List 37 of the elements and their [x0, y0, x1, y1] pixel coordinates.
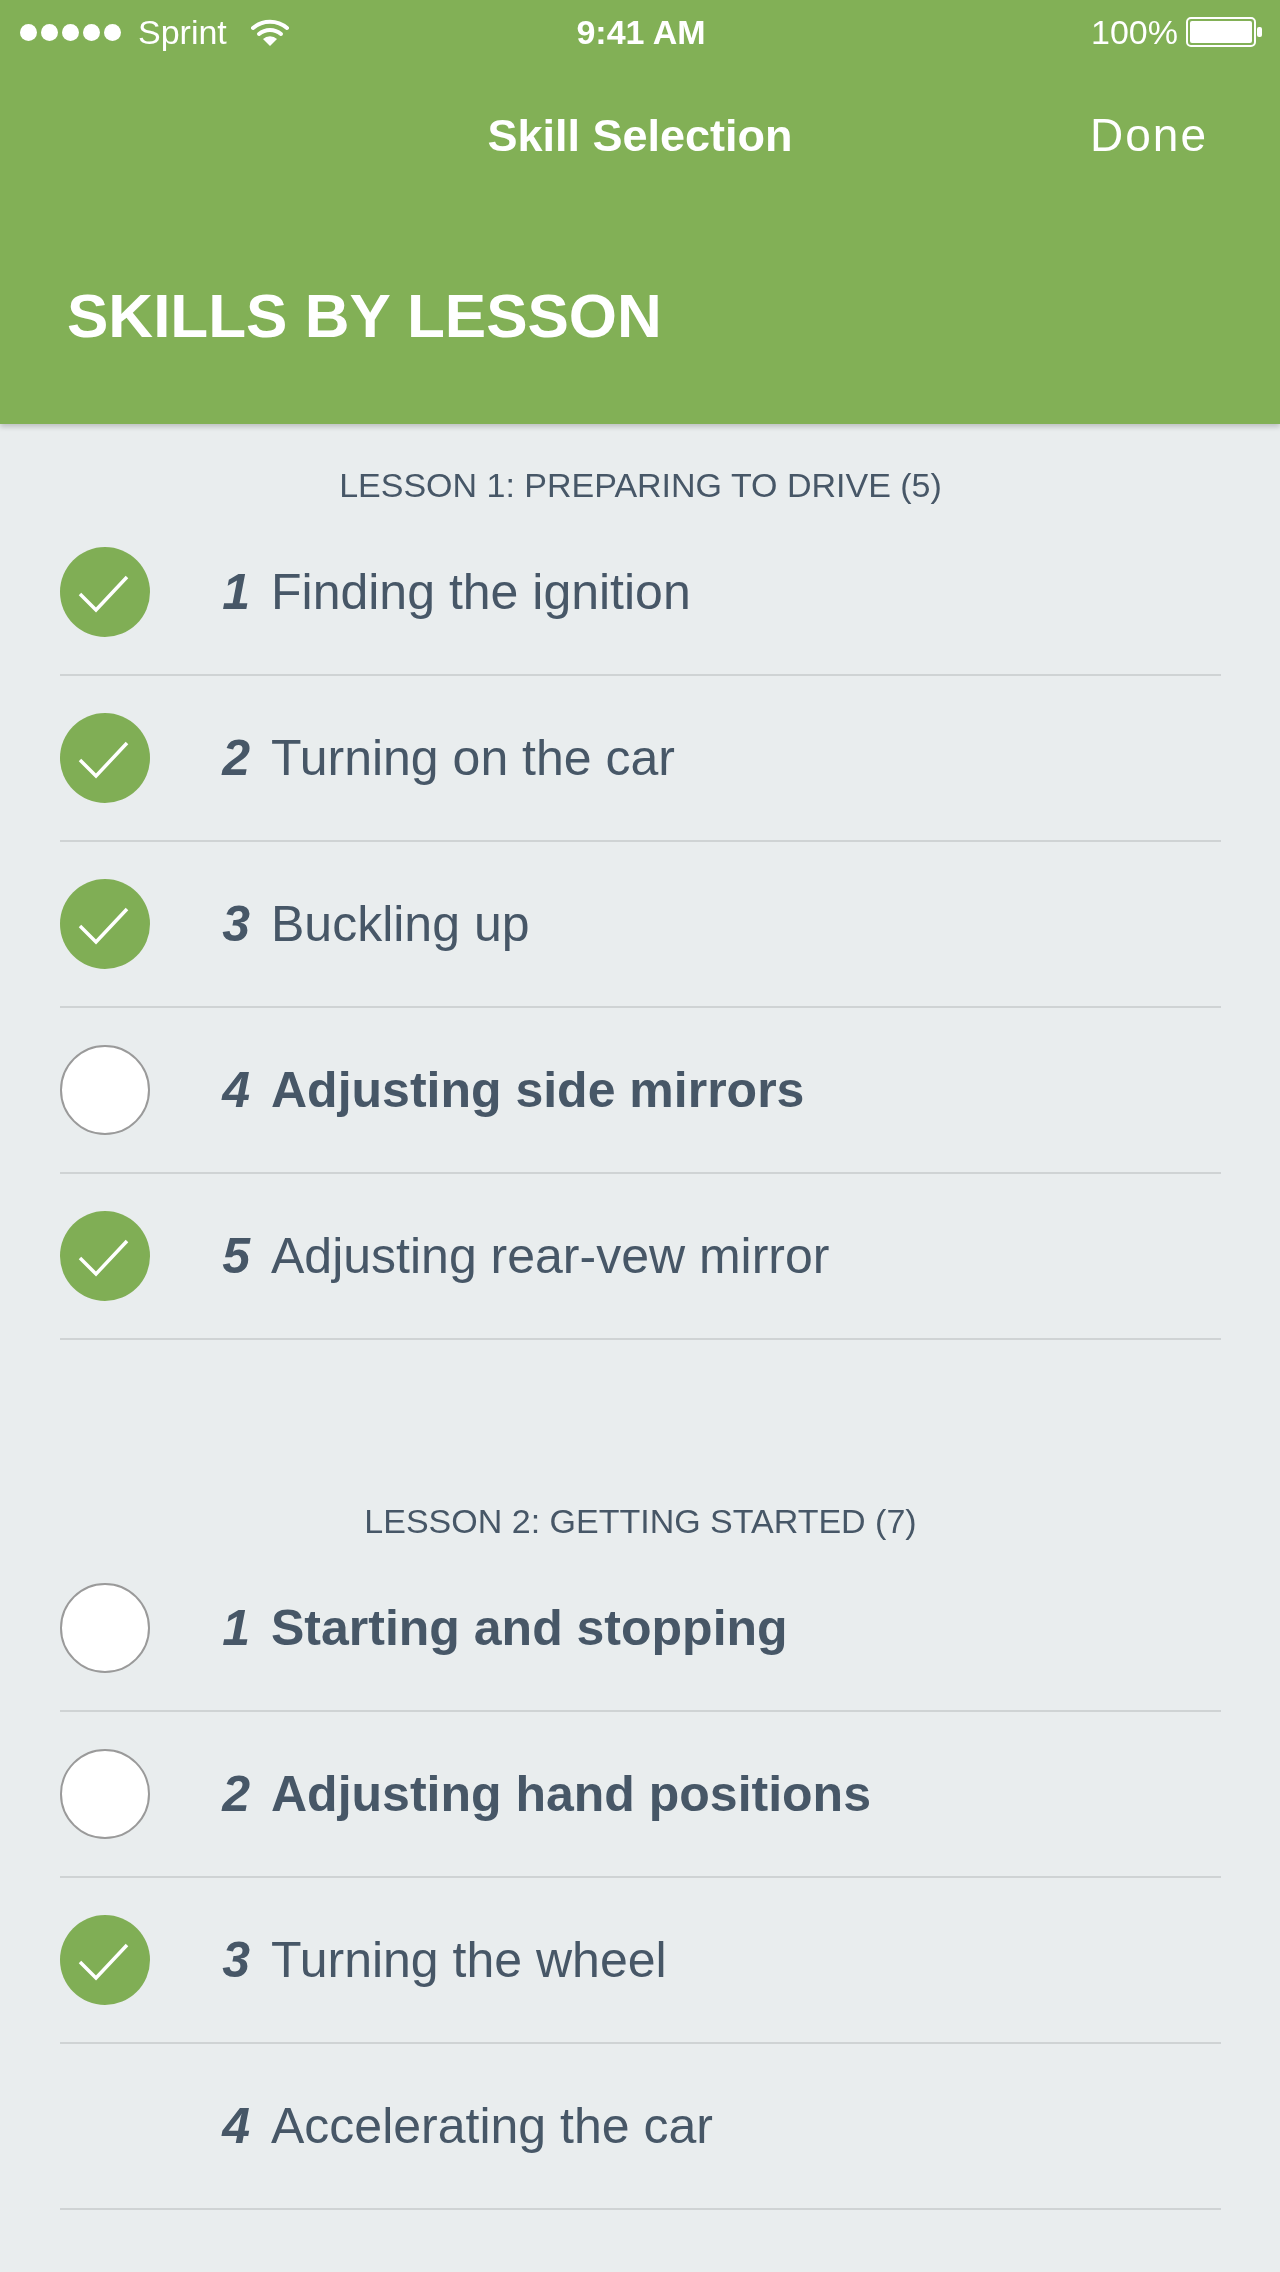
- signal-strength-icon: [20, 23, 122, 41]
- check-circle-icon[interactable]: [60, 1915, 150, 2005]
- check-circle-icon[interactable]: [60, 713, 150, 803]
- battery-percentage: 100%: [1091, 11, 1178, 53]
- skill-label: Finding the ignition: [271, 563, 691, 622]
- done-button[interactable]: Done: [1090, 108, 1208, 164]
- page-heading: SKILLS BY LESSON: [67, 279, 662, 352]
- skill-label: Turning on the car: [271, 729, 675, 788]
- skill-number: 3: [221, 1931, 250, 1990]
- skill-label: Accelerating the car: [271, 2097, 713, 2156]
- skill-number: 1: [221, 1599, 250, 1658]
- check-circle-icon[interactable]: [60, 547, 150, 637]
- lesson-heading: LESSON 2: GETTING STARTED (7): [363, 1501, 918, 1542]
- skill-label: Adjusting side mirrors: [271, 1061, 805, 1120]
- carrier-name: Sprint: [138, 11, 227, 53]
- skill-number: 4: [220, 2097, 250, 2156]
- status-time: 9:41 AM: [576, 11, 706, 53]
- skill-label: Starting and stopping: [271, 1599, 788, 1658]
- check-circle-icon[interactable]: [60, 879, 150, 969]
- skill-number: 5: [221, 1227, 250, 1286]
- skill-number: 3: [221, 895, 250, 954]
- wifi-icon: [250, 18, 289, 46]
- skill-number: 2: [220, 729, 250, 788]
- skill-number: 1: [221, 563, 250, 622]
- skill-label: Turning the wheel: [271, 1931, 667, 1990]
- nav-title: Skill Selection: [487, 109, 793, 164]
- skill-label: Adjusting hand positions: [271, 1765, 871, 1824]
- empty-circle-icon[interactable]: [60, 1749, 150, 1839]
- skill-label: Adjusting rear-vew mirror: [271, 1227, 830, 1286]
- skill-number: 4: [220, 1061, 250, 1120]
- skill-number: 2: [220, 1765, 250, 1824]
- battery-icon: [1186, 17, 1262, 47]
- empty-circle-icon[interactable]: [60, 1045, 150, 1135]
- skill-label: Buckling up: [271, 895, 530, 954]
- check-circle-icon[interactable]: [60, 1211, 150, 1301]
- lesson-heading: LESSON 1: PREPARING TO DRIVE (5): [338, 465, 943, 506]
- empty-circle-icon[interactable]: [60, 1583, 150, 1673]
